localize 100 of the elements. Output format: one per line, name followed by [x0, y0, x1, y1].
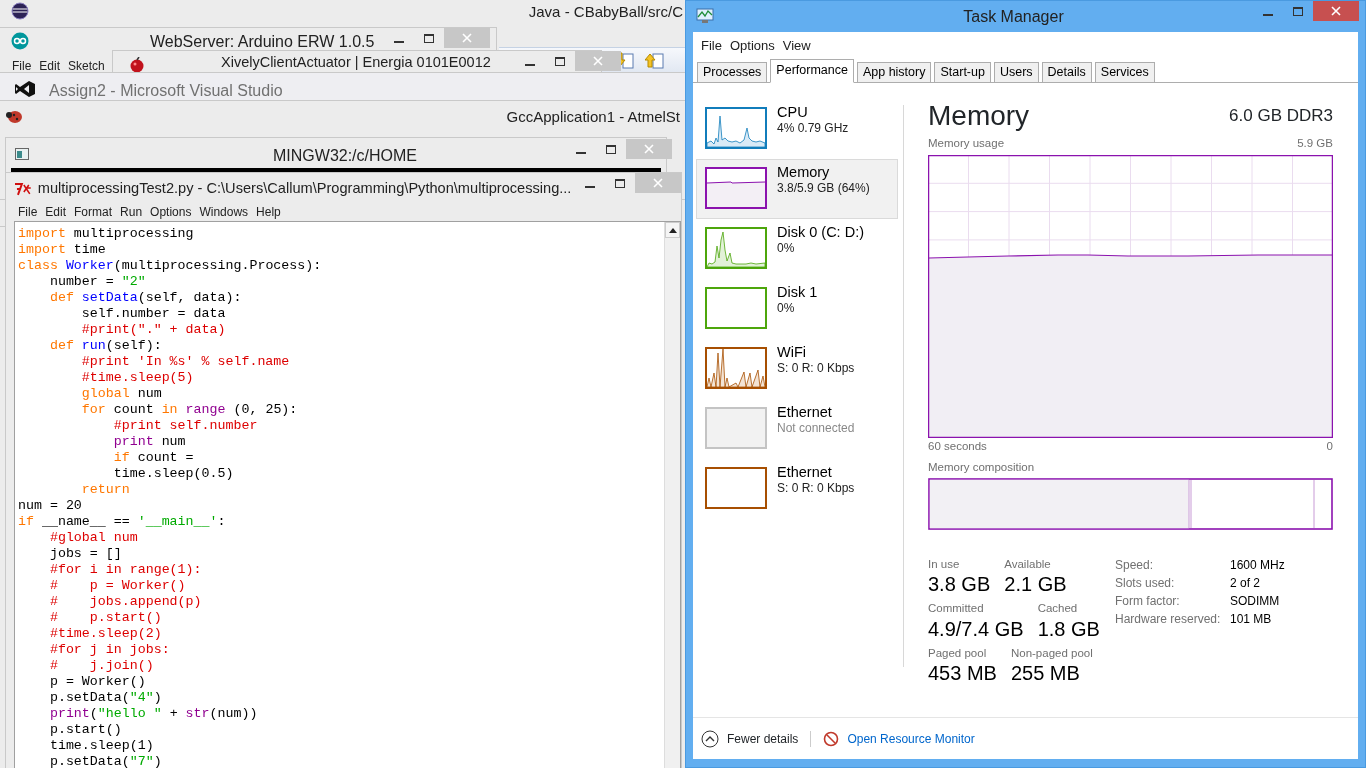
property-value: 2 of 2 — [1230, 575, 1261, 593]
menu-item[interactable]: File — [8, 57, 36, 75]
menu-item[interactable]: Run — [116, 202, 147, 221]
code-line: import multiprocessing — [17, 226, 195, 242]
code-line: #time.sleep(2) — [48, 626, 163, 642]
menu-item[interactable]: Options — [725, 36, 779, 56]
tab[interactable]: Processes — [697, 61, 768, 83]
resource-name: Disk 0 (C: D:) — [777, 223, 864, 241]
code-line: time.sleep(0.5) — [112, 466, 235, 482]
tab[interactable]: Performance — [770, 58, 854, 83]
maximize-icon — [615, 178, 625, 188]
resource-item[interactable]: Disk 1 0% — [696, 278, 898, 339]
code-line: return — [80, 482, 131, 498]
memory-type-label: 6.0 GB DDR3 — [1229, 104, 1333, 127]
window-title: WebServer: Arduino ERW 1.0.5 — [150, 32, 375, 52]
stat-label: Non-paged pool — [1010, 645, 1093, 661]
resource-item[interactable]: CPU 4% 0.79 GHz — [696, 98, 898, 159]
tab[interactable]: App history — [856, 61, 932, 83]
tab[interactable]: Services — [1094, 61, 1155, 83]
code-line: def run(self): — [48, 338, 163, 354]
minimize-icon — [576, 152, 586, 154]
chart-label: Memory composition — [928, 459, 1036, 475]
property-label: Slots used: — [1115, 575, 1176, 593]
resource-detail: 0% — [777, 240, 796, 257]
window-title: Java - CBabyBall/src/C — [528, 3, 683, 21]
scroll-up-button[interactable] — [665, 222, 680, 238]
property-label: Speed: — [1115, 557, 1155, 575]
stat-label: Committed — [928, 601, 985, 617]
code-line: class Worker(multiprocessing.Process): — [17, 258, 323, 274]
resource-item[interactable]: Ethernet S: 0 R: 0 Kbps — [696, 458, 898, 519]
resource-item[interactable]: Memory 3.8/5.9 GB (64%) — [696, 158, 898, 219]
code-line: for count in range (0, 25): — [80, 402, 299, 418]
window-title: GccApplication1 - AtmelSt — [506, 108, 680, 126]
resource-name: Ethernet — [777, 403, 833, 421]
code-line: # jobs.append(p) — [48, 594, 203, 610]
stat-label: Paged pool — [928, 645, 988, 661]
code-line: print("hello " + str(num)) — [48, 706, 259, 722]
menu-item[interactable]: Edit — [35, 57, 65, 75]
menu-item[interactable]: Options — [146, 202, 196, 221]
upload-arrow-icon — [645, 51, 667, 72]
close-button[interactable] — [1313, 1, 1359, 21]
window-title: XivelyClientActuator | Energia 0101E0012 — [221, 54, 491, 72]
tab[interactable]: Users — [993, 61, 1039, 83]
resource-item[interactable]: WiFi S: 0 R: 0 Kbps — [696, 338, 898, 399]
menu-item[interactable]: View — [778, 36, 815, 56]
no-entry-icon — [823, 730, 840, 747]
visual-studio-logo-icon — [14, 80, 36, 98]
menu-item[interactable]: Edit — [41, 202, 71, 221]
axis-label: 0 — [1326, 438, 1333, 454]
resource-name: WiFi — [777, 343, 807, 361]
code-line: #for j in jobs: — [48, 642, 171, 658]
code-line: num = 20 — [17, 498, 83, 514]
stat-value: 453 MB — [928, 661, 997, 685]
code-line: import time — [17, 242, 107, 258]
stat-label: Available — [1004, 557, 1052, 573]
tab[interactable]: Details — [1041, 61, 1092, 83]
code-line: #time.sleep(5) — [80, 370, 195, 386]
resource-detail: Not connected — [777, 420, 855, 437]
resource-monitor-link[interactable]: Open Resource Monitor — [847, 729, 975, 748]
close-icon — [653, 178, 663, 188]
tab[interactable]: Start-up — [934, 61, 991, 83]
code-line: #print self.number — [112, 418, 259, 434]
fewer-details-button[interactable]: Fewer details — [701, 729, 799, 748]
resource-item[interactable]: Ethernet Not connected — [696, 398, 898, 459]
stat-value: 1.8 GB — [1037, 617, 1100, 641]
menu-item[interactable]: Windows — [195, 202, 253, 221]
ladybug-icon — [5, 108, 23, 124]
axis-label: 60 seconds — [928, 438, 987, 454]
minimize-icon — [585, 186, 595, 188]
resource-item[interactable]: Disk 0 (C: D:) 0% — [696, 218, 898, 279]
code-line: #print("." + data) — [80, 322, 227, 338]
panel-heading: Memory — [928, 100, 1030, 132]
code-line: jobs = [] — [48, 546, 123, 562]
maximize-icon — [606, 144, 616, 154]
window-title: MINGW32:/c/HOME — [273, 146, 417, 166]
chart-label: Memory usage — [928, 136, 1005, 152]
code-line: if __name__ == '__main__': — [17, 514, 227, 530]
menu-item[interactable]: File — [697, 36, 726, 56]
resource-detail: 0% — [777, 300, 796, 317]
code-line: print num — [112, 434, 187, 450]
maximize-icon — [555, 56, 565, 66]
menu-item[interactable]: Help — [252, 202, 285, 221]
menu-item[interactable]: Format — [70, 202, 117, 221]
close-icon — [644, 144, 654, 154]
resource-detail: S: 0 R: 0 Kbps — [777, 480, 855, 497]
resource-name: Disk 1 — [777, 283, 818, 301]
code-line: p.setData("4") — [48, 690, 163, 706]
window-title: Task Manager — [962, 7, 1065, 27]
code-line: # p.start() — [48, 610, 163, 626]
code-line: # j.join() — [48, 658, 155, 674]
menu-item[interactable]: Sketch — [64, 57, 109, 75]
window-title: Assign2 - Microsoft Visual Studio — [49, 81, 283, 101]
chart-max-label: 5.9 GB — [1297, 136, 1333, 152]
menu-item[interactable]: File — [14, 202, 42, 221]
stat-value: 255 MB — [1010, 661, 1081, 685]
monitor-chart-icon — [696, 8, 714, 24]
code-line: if count = — [112, 450, 195, 466]
property-label: Form factor: — [1115, 593, 1181, 611]
code-line: p.start() — [48, 722, 123, 738]
feather-logo-icon — [14, 182, 32, 196]
